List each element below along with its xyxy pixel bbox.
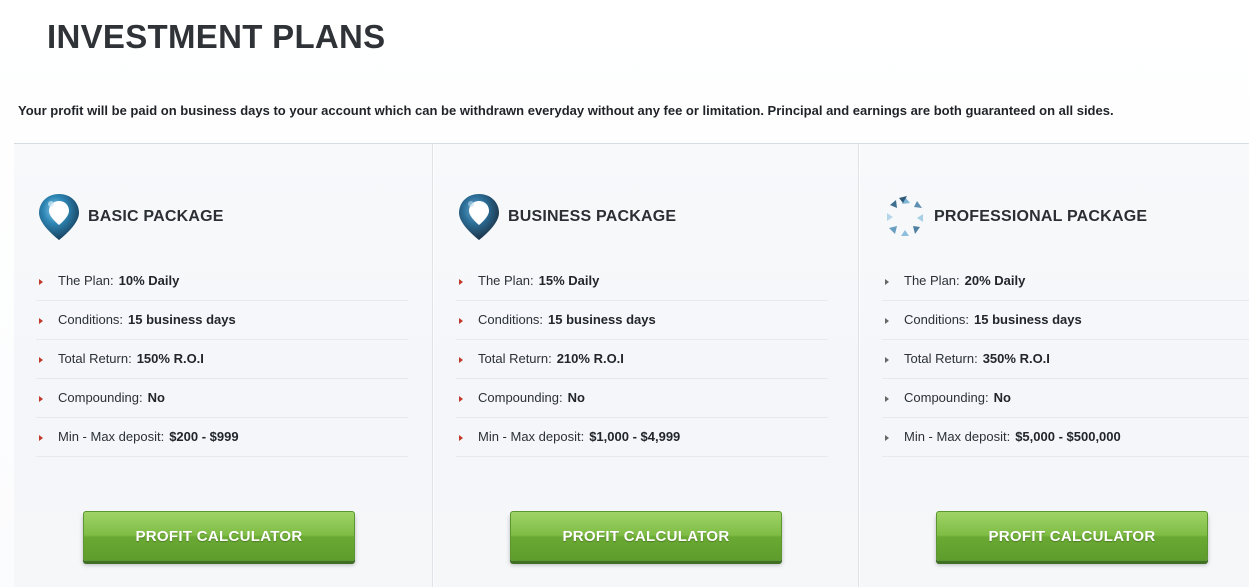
feature-label: The Plan:	[904, 273, 960, 288]
feature-conditions: Conditions: 15 business days	[36, 301, 408, 340]
feature-deposit: Min - Max deposit: $200 - $999	[36, 418, 408, 457]
feature-label: Total Return:	[58, 351, 132, 366]
plan-features: The Plan: 10% Daily Conditions: 15 busines…	[36, 262, 408, 457]
feature-label: Compounding:	[478, 390, 563, 405]
feature-value: 15 business days	[548, 312, 656, 327]
feature-label: Min - Max deposit:	[58, 429, 165, 444]
plan-card-professional: PROFESSIONAL PACKAGE The Plan: 20% Daily …	[860, 144, 1249, 587]
feature-total-return: Total Return: 350% R.O.I	[882, 340, 1249, 379]
feature-value: $5,000 - $500,000	[1015, 429, 1121, 444]
feature-value: $200 - $999	[169, 429, 239, 444]
feature-label: Compounding:	[58, 390, 143, 405]
feature-label: Compounding:	[904, 390, 989, 405]
feature-label: Total Return:	[478, 351, 552, 366]
feature-label: Conditions:	[478, 312, 544, 327]
feature-value: 15 business days	[128, 312, 236, 327]
plan-features: The Plan: 20% Daily Conditions: 15 busines…	[882, 262, 1249, 457]
plan-header: BUSINESS PACKAGE	[456, 192, 676, 242]
feature-value: 20% Daily	[964, 273, 1026, 288]
feature-label: Conditions:	[58, 312, 124, 327]
plan-card-basic: BASIC PACKAGE The Plan: 10% Daily Conditi…	[14, 144, 432, 587]
plan-title: PROFESSIONAL PACKAGE	[934, 208, 1148, 225]
feature-value: No	[147, 390, 165, 405]
feature-label: Min - Max deposit:	[478, 429, 585, 444]
column-divider	[858, 144, 859, 587]
plans-grid: BASIC PACKAGE The Plan: 10% Daily Conditi…	[14, 144, 1249, 587]
profit-calculator-button[interactable]: PROFIT CALCULATOR	[510, 511, 782, 561]
feature-deposit: Min - Max deposit: $5,000 - $500,000	[882, 418, 1249, 457]
feature-total-return: Total Return: 210% R.O.I	[456, 340, 828, 379]
plan-features: The Plan: 15% Daily Conditions: 15 busines…	[456, 262, 828, 457]
feature-value: No	[567, 390, 585, 405]
plan-header: BASIC PACKAGE	[36, 192, 224, 242]
gem-ring-icon	[887, 196, 923, 236]
feature-compounding: Compounding: No	[456, 379, 828, 418]
feature-conditions: Conditions: 15 business days	[882, 301, 1249, 340]
plan-title: BUSINESS PACKAGE	[508, 208, 677, 225]
feature-label: The Plan:	[478, 273, 534, 288]
plan-title: BASIC PACKAGE	[88, 208, 224, 225]
feature-plan: The Plan: 15% Daily	[456, 262, 828, 301]
map-pin-icon	[459, 194, 499, 240]
feature-conditions: Conditions: 15 business days	[456, 301, 828, 340]
feature-label: Min - Max deposit:	[904, 429, 1011, 444]
feature-label: Total Return:	[904, 351, 978, 366]
feature-value: 15 business days	[974, 312, 1082, 327]
feature-value: 350% R.O.I	[982, 351, 1050, 366]
feature-value: 150% R.O.I	[136, 351, 204, 366]
feature-value: 10% Daily	[118, 273, 180, 288]
map-pin-icon	[39, 194, 79, 240]
feature-deposit: Min - Max deposit: $1,000 - $4,999	[456, 418, 828, 457]
feature-value: No	[993, 390, 1011, 405]
investment-plans-page: INVESTMENT PLANS Your profit will be pai…	[0, 0, 1249, 587]
feature-label: The Plan:	[58, 273, 114, 288]
plan-header: PROFESSIONAL PACKAGE	[882, 192, 1147, 242]
profit-calculator-button[interactable]: PROFIT CALCULATOR	[936, 511, 1208, 561]
page-title: INVESTMENT PLANS	[47, 18, 386, 55]
column-divider	[432, 144, 433, 587]
feature-label: Conditions:	[904, 312, 970, 327]
profit-calculator-button[interactable]: PROFIT CALCULATOR	[83, 511, 355, 561]
feature-compounding: Compounding: No	[882, 379, 1249, 418]
feature-value: 210% R.O.I	[556, 351, 624, 366]
plan-card-business: BUSINESS PACKAGE The Plan: 15% Daily Cond…	[434, 144, 858, 587]
feature-plan: The Plan: 20% Daily	[882, 262, 1249, 301]
feature-total-return: Total Return: 150% R.O.I	[36, 340, 408, 379]
intro-text: Your profit will be paid on business day…	[18, 103, 1114, 118]
feature-value: 15% Daily	[538, 273, 600, 288]
feature-plan: The Plan: 10% Daily	[36, 262, 408, 301]
feature-compounding: Compounding: No	[36, 379, 408, 418]
feature-value: $1,000 - $4,999	[589, 429, 681, 444]
